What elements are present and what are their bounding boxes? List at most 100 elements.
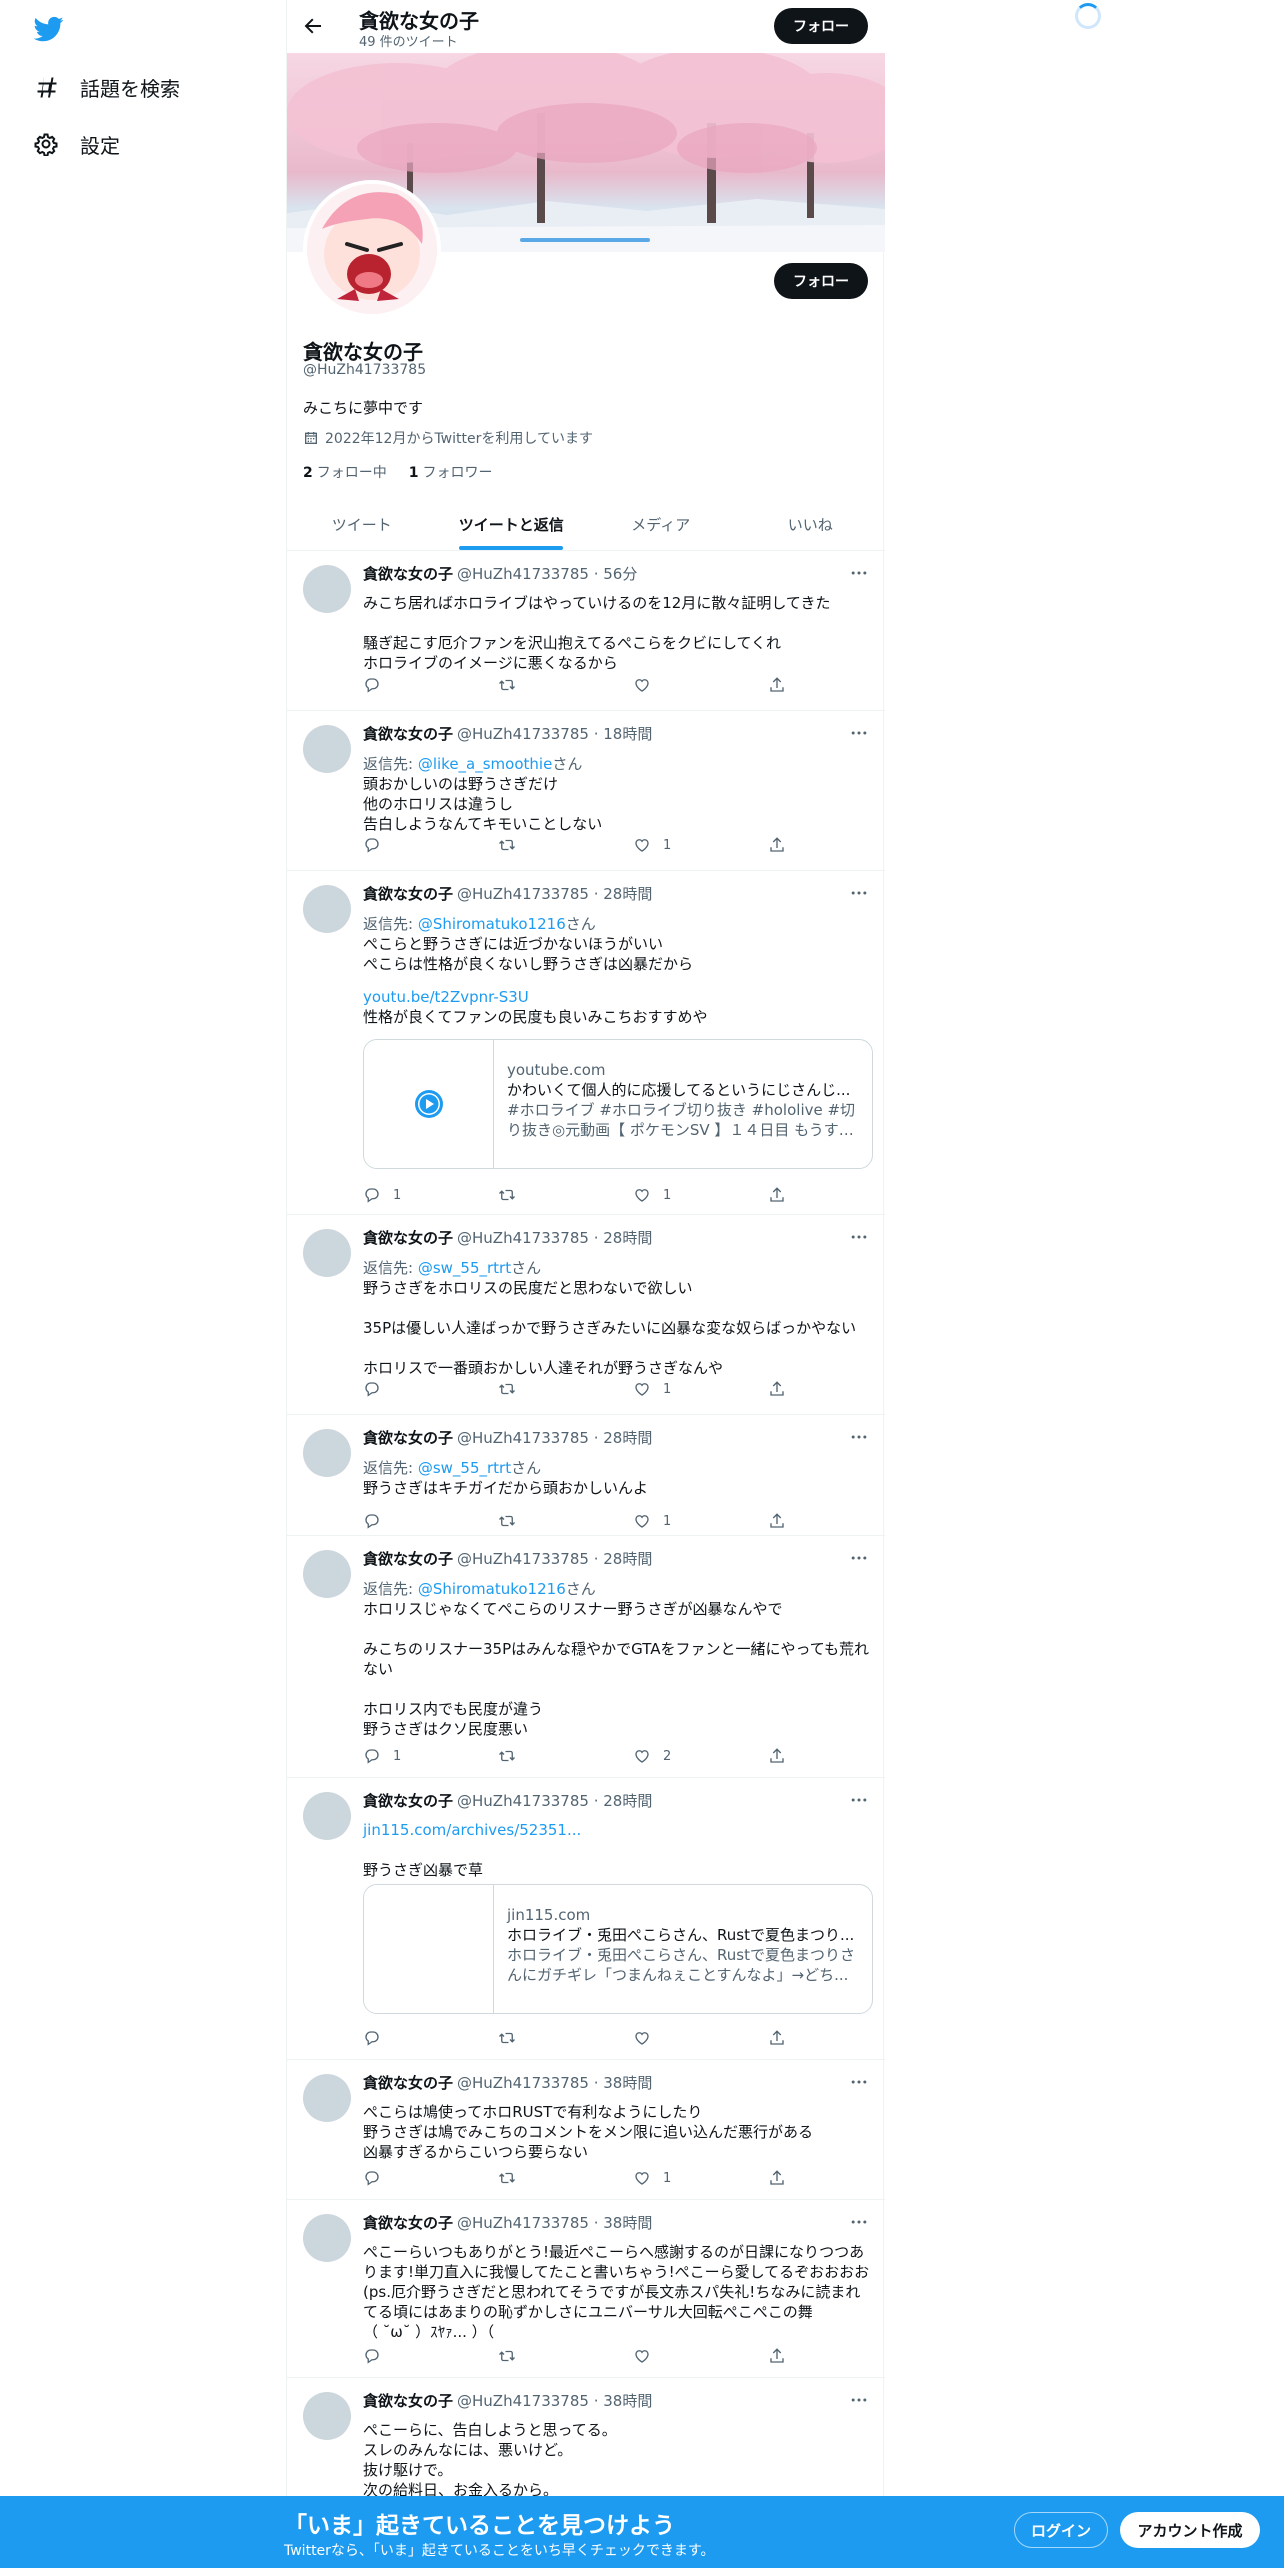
tweet-author-name[interactable]: 貪欲な女の子 xyxy=(363,563,453,584)
tweet[interactable]: 貪欲な女の子 @HuZh41733785 · 18時間 返信先: @like_a_s… xyxy=(287,711,885,871)
retweet-button[interactable] xyxy=(498,835,633,855)
tweet-avatar[interactable] xyxy=(303,1792,351,1840)
tweet[interactable]: 貪欲な女の子 @HuZh41733785 · 28時間 返信先: @sw_55_rt… xyxy=(287,1215,885,1415)
share-button[interactable] xyxy=(768,2346,798,2366)
like-button[interactable]: 1 xyxy=(633,1185,768,1205)
followers-link[interactable]: 1 フォロワー xyxy=(409,462,493,482)
tweet[interactable]: 貪欲な女の子 @HuZh41733785 · 56分 みこち居ればホロライブはやって… xyxy=(287,551,885,711)
tweet-more-button[interactable] xyxy=(849,2390,869,2410)
tweet-more-button[interactable] xyxy=(849,723,869,743)
retweet-button[interactable] xyxy=(498,2168,633,2188)
reply-button[interactable]: 1 xyxy=(363,1185,498,1205)
tweet-handle-time[interactable]: @HuZh41733785 · 28時間 xyxy=(457,883,652,904)
tweet[interactable]: 貪欲な女の子 @HuZh41733785 · 38時間 ぺこらは鳩使ってホロRUST… xyxy=(287,2060,885,2200)
nav-explore[interactable]: 話題を検索 xyxy=(34,67,180,107)
link-preview-card[interactable]: jin115.com ホロライブ・兎田ぺこらさん、Rustで夏色まつり... ホロラ… xyxy=(363,1884,873,2014)
share-button[interactable] xyxy=(768,1511,798,1531)
tweet-more-button[interactable] xyxy=(849,2212,869,2232)
tweet-more-button[interactable] xyxy=(849,883,869,903)
tweet-avatar[interactable] xyxy=(303,725,351,773)
tweet-avatar[interactable] xyxy=(303,885,351,933)
tweet-avatar[interactable] xyxy=(303,2074,351,2122)
like-button[interactable]: 1 xyxy=(633,835,768,855)
tweet-handle-time[interactable]: @HuZh41733785 · 38時間 xyxy=(457,2072,652,2093)
following-link[interactable]: 2 フォロー中 xyxy=(303,462,387,482)
reply-button[interactable] xyxy=(363,675,498,695)
signup-button[interactable]: アカウント作成 xyxy=(1120,2512,1260,2548)
tweet-handle-time[interactable]: @HuZh41733785 · 18時間 xyxy=(457,723,652,744)
tweet-more-button[interactable] xyxy=(849,1548,869,1568)
retweet-button[interactable] xyxy=(498,1379,633,1399)
share-button[interactable] xyxy=(768,2028,798,2048)
reply-button[interactable] xyxy=(363,2168,498,2188)
tweet-author-name[interactable]: 貪欲な女の子 xyxy=(363,2072,453,2093)
share-button[interactable] xyxy=(768,675,798,695)
like-button[interactable]: 1 xyxy=(633,2168,768,2188)
tweet[interactable]: 貪欲な女の子 @HuZh41733785 · 28時間 jin115.com/arc… xyxy=(287,1778,885,2060)
tweet-handle-time[interactable]: @HuZh41733785 · 28時間 xyxy=(457,1790,652,1811)
tweet-handle-time[interactable]: @HuZh41733785 · 38時間 xyxy=(457,2390,652,2411)
reply-to-link[interactable]: @Shiromatuko1216 xyxy=(418,915,566,933)
tweet-more-button[interactable] xyxy=(849,1227,869,1247)
tweet-handle-time[interactable]: @HuZh41733785 · 28時間 xyxy=(457,1427,652,1448)
share-button[interactable] xyxy=(768,835,798,855)
login-button[interactable]: ログイン xyxy=(1014,2512,1108,2548)
retweet-button[interactable] xyxy=(498,1185,633,1205)
tweet[interactable]: 貪欲な女の子 @HuZh41733785 · 28時間 返信先: @Shiromat… xyxy=(287,1536,885,1778)
tweet-avatar[interactable] xyxy=(303,565,351,613)
retweet-button[interactable] xyxy=(498,1511,633,1531)
tweet-avatar[interactable] xyxy=(303,1429,351,1477)
tweet-avatar[interactable] xyxy=(303,1229,351,1277)
retweet-button[interactable] xyxy=(498,1746,633,1766)
profile-follow-button[interactable]: フォロー xyxy=(774,263,868,299)
tweet-author-name[interactable]: 貪欲な女の子 xyxy=(363,1227,453,1248)
tweet-handle-time[interactable]: @HuZh41733785 · 56分 xyxy=(457,563,637,584)
share-button[interactable] xyxy=(768,1379,798,1399)
tweet-more-button[interactable] xyxy=(849,563,869,583)
like-button[interactable]: 2 xyxy=(633,1746,768,1766)
tweet[interactable]: 貪欲な女の子 @HuZh41733785 · 28時間 返信先: @sw_55_rt… xyxy=(287,1415,885,1536)
tweet[interactable]: 貪欲な女の子 @HuZh41733785 · 28時間 返信先: @Shiromat… xyxy=(287,871,885,1215)
reply-button[interactable] xyxy=(363,1511,498,1531)
retweet-button[interactable] xyxy=(498,2028,633,2048)
tweet-more-button[interactable] xyxy=(849,2072,869,2092)
reply-button[interactable] xyxy=(363,2028,498,2048)
tweet-link[interactable]: jin115.com/archives/52351... xyxy=(363,1820,873,1840)
reply-to-link[interactable]: @sw_55_rtrt xyxy=(418,1259,511,1277)
retweet-button[interactable] xyxy=(498,2346,633,2366)
reply-button[interactable] xyxy=(363,835,498,855)
share-button[interactable] xyxy=(768,2168,798,2188)
back-arrow-icon[interactable] xyxy=(301,14,325,38)
header-follow-button[interactable]: フォロー xyxy=(774,8,868,44)
like-button[interactable] xyxy=(633,2346,768,2366)
tweet-author-name[interactable]: 貪欲な女の子 xyxy=(363,1427,453,1448)
tweet-link[interactable]: youtu.be/t2Zvpnr-S3U xyxy=(363,987,873,1007)
tab-tweets-and-replies[interactable]: ツイートと返信 xyxy=(437,498,587,550)
tweet[interactable]: 貪欲な女の子 @HuZh41733785 · 38時間 ぺこーらいつもありがとう!最… xyxy=(287,2200,885,2378)
tweet-handle-time[interactable]: @HuZh41733785 · 28時間 xyxy=(457,1227,652,1248)
twitter-logo-icon[interactable] xyxy=(33,14,65,44)
tab-media[interactable]: メディア xyxy=(586,498,736,550)
like-button[interactable] xyxy=(633,675,768,695)
tweet-avatar[interactable] xyxy=(303,1550,351,1598)
tweet-handle-time[interactable]: @HuZh41733785 · 28時間 xyxy=(457,1548,652,1569)
share-button[interactable] xyxy=(768,1185,798,1205)
tab-tweets[interactable]: ツイート xyxy=(287,498,437,550)
tweet-more-button[interactable] xyxy=(849,1427,869,1447)
reply-to-link[interactable]: @Shiromatuko1216 xyxy=(418,1580,566,1598)
reply-to-link[interactable]: @sw_55_rtrt xyxy=(418,1459,511,1477)
tweet-avatar[interactable] xyxy=(303,2392,351,2440)
nav-settings[interactable]: 設定 xyxy=(34,124,120,164)
tab-likes[interactable]: いいね xyxy=(736,498,886,550)
retweet-button[interactable] xyxy=(498,675,633,695)
tweet-author-name[interactable]: 貪欲な女の子 xyxy=(363,883,453,904)
reply-button[interactable] xyxy=(363,1379,498,1399)
reply-to-link[interactable]: @like_a_smoothie xyxy=(418,755,552,773)
reply-button[interactable]: 1 xyxy=(363,1746,498,1766)
like-button[interactable] xyxy=(633,2028,768,2048)
like-button[interactable]: 1 xyxy=(633,1379,768,1399)
like-button[interactable]: 1 xyxy=(633,1511,768,1531)
link-preview-card[interactable]: youtube.com かわいくて個人的に応援してるというにじさんじ... #ホロラ… xyxy=(363,1039,873,1169)
reply-button[interactable] xyxy=(363,2346,498,2366)
tweet-avatar[interactable] xyxy=(303,2214,351,2262)
